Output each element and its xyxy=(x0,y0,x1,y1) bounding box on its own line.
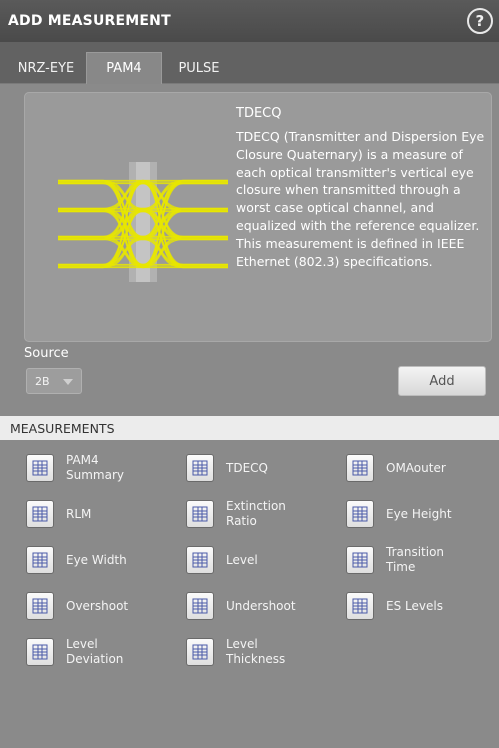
tab-pam4[interactable]: PAM4 xyxy=(86,52,162,84)
pam4-eye-diagram-icon xyxy=(58,162,228,282)
omaouter-icon xyxy=(346,454,374,482)
tab-pulse[interactable]: PULSE xyxy=(166,52,232,84)
level-icon xyxy=(186,546,214,574)
chevron-down-icon xyxy=(63,379,73,385)
help-button[interactable]: ? xyxy=(467,8,493,34)
measurement-label: Level Deviation xyxy=(66,637,124,666)
add-button[interactable]: Add xyxy=(398,366,486,396)
pam4-panel: TDECQ TDECQ (Transmitter and Dispersion … xyxy=(0,84,499,748)
measurement-undershoot[interactable]: Undershoot xyxy=(186,586,316,626)
help-icon: ? xyxy=(475,12,485,30)
measurement-label: TDECQ xyxy=(226,460,268,475)
measurement-label: Eye Width xyxy=(66,552,127,567)
measurement-es-levels[interactable]: ES Levels xyxy=(346,586,476,626)
tab-bar: NRZ-EYE PAM4 PULSE xyxy=(0,42,499,84)
undershoot-icon xyxy=(186,592,214,620)
tdecq-icon xyxy=(186,454,214,482)
measurement-label: Level xyxy=(226,552,258,567)
source-label: Source xyxy=(24,346,69,361)
measurement-label: Level Thickness xyxy=(226,637,286,666)
measurement-tdecq[interactable]: TDECQ xyxy=(186,448,316,488)
eye-width-icon xyxy=(26,546,54,574)
tab-nrz-eye[interactable]: NRZ-EYE xyxy=(8,52,84,84)
measurement-overshoot[interactable]: Overshoot xyxy=(26,586,156,626)
description-text: TDECQ (Transmitter and Dispersion Eye Cl… xyxy=(236,129,485,269)
measurement-eye-width[interactable]: Eye Width xyxy=(26,540,156,580)
measurement-eye-height[interactable]: Eye Height xyxy=(346,494,476,534)
es-levels-icon xyxy=(346,592,374,620)
source-dropdown[interactable]: 2B xyxy=(26,368,82,394)
measurement-label: RLM xyxy=(66,506,92,521)
measurement-level-thickness[interactable]: Level Thickness xyxy=(186,632,316,672)
measurement-label: OMAouter xyxy=(386,460,446,475)
measurement-label: Eye Height xyxy=(386,506,452,521)
window-titlebar: ADD MEASUREMENT ? xyxy=(0,0,499,42)
measurement-pam4-summary[interactable]: PAM4 Summary xyxy=(26,448,156,488)
measurement-label: Overshoot xyxy=(66,598,129,613)
measurement-level[interactable]: Level xyxy=(186,540,316,580)
measurement-label: Transition Time xyxy=(386,545,445,574)
measurement-label: ES Levels xyxy=(386,598,443,613)
measurement-description-box: TDECQ TDECQ (Transmitter and Dispersion … xyxy=(24,92,492,342)
description-title: TDECQ xyxy=(236,106,282,121)
level-thickness-icon xyxy=(186,638,214,666)
measurements-header: MEASUREMENTS xyxy=(0,416,499,440)
pam4-summary-icon xyxy=(26,454,54,482)
measurement-rlm[interactable]: RLM xyxy=(26,494,156,534)
eye-height-icon xyxy=(346,500,374,528)
measurement-omaouter[interactable]: OMAouter xyxy=(346,448,476,488)
measurement-label: Undershoot xyxy=(226,598,296,613)
measurement-extinction-ratio[interactable]: Extinction Ratio xyxy=(186,494,316,534)
transition-time-icon xyxy=(346,546,374,574)
measurement-label: PAM4 Summary xyxy=(66,453,124,482)
measurement-transition-time[interactable]: Transition Time xyxy=(346,540,476,580)
overshoot-icon xyxy=(26,592,54,620)
measurement-level-deviation[interactable]: Level Deviation xyxy=(26,632,156,672)
level-deviation-icon xyxy=(26,638,54,666)
extinction-ratio-icon xyxy=(186,500,214,528)
measurement-label: Extinction Ratio xyxy=(226,499,286,528)
window-title: ADD MEASUREMENT xyxy=(8,13,171,29)
source-value: 2B xyxy=(35,374,50,388)
rlm-icon xyxy=(26,500,54,528)
